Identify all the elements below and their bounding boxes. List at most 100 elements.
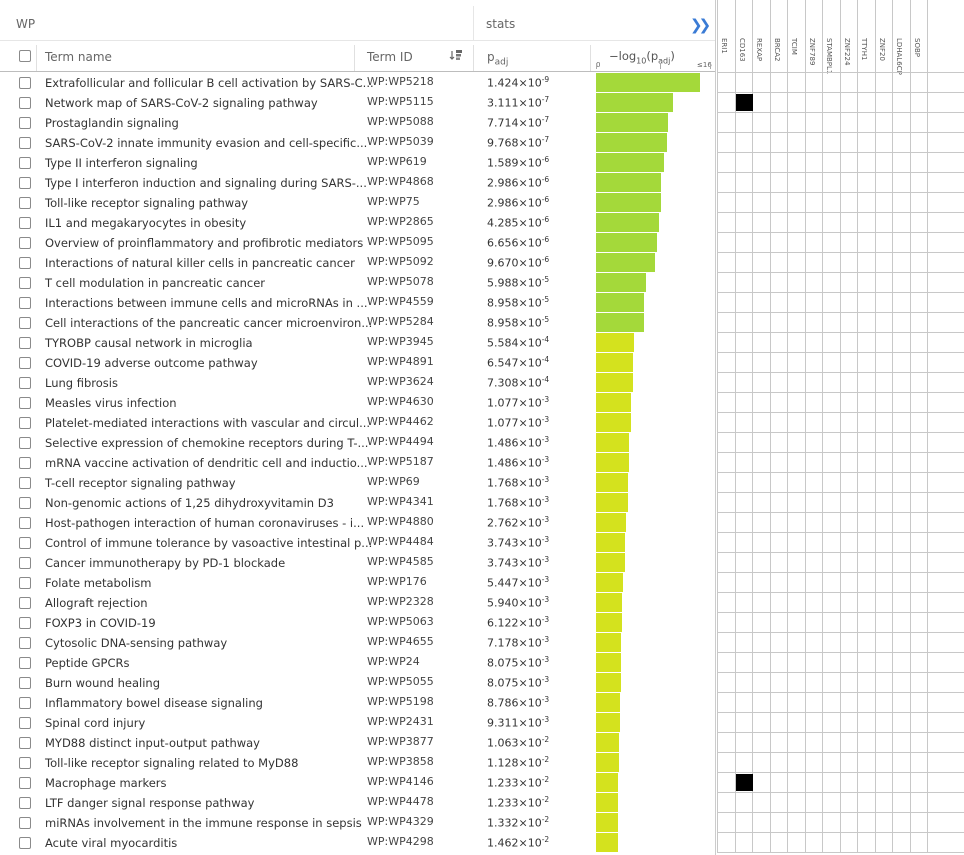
row-checkbox[interactable] [19,337,31,349]
table-row[interactable]: Extrafollicular and follicular B cell ac… [0,73,715,93]
neglog-padj-bar[interactable] [596,813,619,832]
term-name[interactable]: FOXP3 in COVID-19 [45,616,156,630]
term-id[interactable]: WP:WP75 [367,195,420,208]
row-checkbox[interactable] [19,597,31,609]
term-id[interactable]: WP:WP4868 [367,175,434,188]
row-checkbox[interactable] [19,437,31,449]
gene-column-header[interactable]: ERI1 [717,0,734,70]
term-id[interactable]: WP:WP5284 [367,315,434,328]
table-row[interactable]: Toll-like receptor signaling related to … [0,753,715,773]
gene-column-header[interactable]: STAMBPL1 [822,0,839,74]
term-name[interactable]: Cancer immunotherapy by PD-1 blockade [45,556,285,570]
table-row[interactable]: LTF danger signal response pathway WP:WP4… [0,793,715,813]
term-id[interactable]: WP:WP4655 [367,635,434,648]
term-name[interactable]: Control of immune tolerance by vasoactiv… [45,536,372,550]
term-id[interactable]: WP:WP5095 [367,235,434,248]
neglog-padj-bar[interactable] [596,253,655,272]
term-id[interactable]: WP:WP2865 [367,215,434,228]
term-name-header[interactable]: Term name [45,50,112,64]
term-name[interactable]: Measles virus infection [45,396,177,410]
row-checkbox[interactable] [19,97,31,109]
neglog-padj-bar[interactable] [596,593,623,612]
term-name[interactable]: T-cell receptor signaling pathway [45,476,236,490]
gene-column-header[interactable]: TCIM [787,0,804,70]
table-row[interactable]: Non-genomic actions of 1,25 dihydroxyvit… [0,493,715,513]
term-name[interactable]: Interactions between immune cells and mi… [45,296,368,310]
term-name[interactable]: LTF danger signal response pathway [45,796,254,810]
term-id[interactable]: WP:WP2431 [367,715,434,728]
neglog-padj-bar[interactable] [596,173,661,192]
row-checkbox[interactable] [19,157,31,169]
neglog-padj-bar[interactable] [596,393,631,412]
term-name[interactable]: Peptide GPCRs [45,656,130,670]
neglog-padj-bar[interactable] [596,213,660,232]
row-checkbox[interactable] [19,397,31,409]
neglog-padj-bar[interactable] [596,193,661,212]
table-row[interactable]: Type I interferon induction and signalin… [0,173,715,193]
row-checkbox[interactable] [19,517,31,529]
term-name[interactable]: Lung fibrosis [45,376,118,390]
neglog-padj-bar[interactable] [596,753,619,772]
table-row[interactable]: Platelet-mediated interactions with vasc… [0,413,715,433]
expand-columns-icon[interactable]: ❯❯ [690,16,711,34]
row-checkbox[interactable] [19,617,31,629]
table-row[interactable]: Cytosolic DNA-sensing pathway WP:WP4655 7.… [0,633,715,653]
row-checkbox[interactable] [19,817,31,829]
term-name[interactable]: Type I interferon induction and signalin… [45,176,367,190]
table-row[interactable]: Control of immune tolerance by vasoactiv… [0,533,715,553]
term-id[interactable]: WP:WP4585 [367,555,434,568]
table-row[interactable]: T cell modulation in pancreatic cancer WP… [0,273,715,293]
term-name[interactable]: Extrafollicular and follicular B cell ac… [45,76,374,90]
table-row[interactable]: MYD88 distinct input-output pathway WP:WP… [0,733,715,753]
table-row[interactable]: miRNAs involvement in the immune respons… [0,813,715,833]
term-id[interactable]: WP:WP4329 [367,815,434,828]
term-id[interactable]: WP:WP4341 [367,495,434,508]
table-row[interactable]: Burn wound healing WP:WP5055 8.075×10-3 [0,673,715,693]
row-checkbox[interactable] [19,177,31,189]
row-checkbox[interactable] [19,497,31,509]
gene-column-header[interactable]: ZNF224 [840,0,857,70]
row-checkbox[interactable] [19,637,31,649]
term-id[interactable]: WP:WP5055 [367,675,434,688]
row-checkbox[interactable] [19,577,31,589]
neglog-padj-bar[interactable] [596,293,644,312]
gene-column-header[interactable]: ZNF789 [805,0,822,70]
row-checkbox[interactable] [19,777,31,789]
term-id[interactable]: WP:WP69 [367,475,420,488]
term-id[interactable]: WP:WP5198 [367,695,434,708]
term-id[interactable]: WP:WP4478 [367,795,434,808]
term-id[interactable]: WP:WP24 [367,655,420,668]
table-row[interactable]: COVID-19 adverse outcome pathway WP:WP489… [0,353,715,373]
term-id[interactable]: WP:WP4146 [367,775,434,788]
table-row[interactable]: Network map of SARS-CoV-2 signaling path… [0,93,715,113]
row-checkbox[interactable] [19,137,31,149]
term-name[interactable]: Inflammatory bowel disease signaling [45,696,263,710]
table-row[interactable]: Toll-like receptor signaling pathway WP:W… [0,193,715,213]
select-all-checkbox[interactable] [19,50,31,62]
neglog-padj-bar[interactable] [596,333,635,352]
table-row[interactable]: Allograft rejection WP:WP2328 5.940×10-3 [0,593,715,613]
row-checkbox[interactable] [19,537,31,549]
gene-hit-cell[interactable] [735,774,753,791]
term-id[interactable]: WP:WP3624 [367,375,434,388]
neglog-padj-bar[interactable] [596,433,630,452]
term-name[interactable]: SARS-CoV-2 innate immunity evasion and c… [45,136,367,150]
neglog-padj-bar[interactable] [596,453,630,472]
neglog-padj-bar[interactable] [596,373,633,392]
term-name[interactable]: Platelet-mediated interactions with vasc… [45,416,370,430]
table-row[interactable]: Lung fibrosis WP:WP3624 7.308×10-4 [0,373,715,393]
table-row[interactable]: T-cell receptor signaling pathway WP:WP69… [0,473,715,493]
gene-column-header[interactable]: CD163 [735,0,752,70]
term-id[interactable]: WP:WP3945 [367,335,434,348]
term-name[interactable]: Allograft rejection [45,596,148,610]
row-checkbox[interactable] [19,417,31,429]
term-id[interactable]: WP:WP4484 [367,535,434,548]
neglog-padj-bar[interactable] [596,553,625,572]
term-id[interactable]: WP:WP5088 [367,115,434,128]
table-row[interactable]: Spinal cord injury WP:WP2431 9.311×10-3 [0,713,715,733]
row-checkbox[interactable] [19,197,31,209]
neglog-padj-bar[interactable] [596,793,619,812]
term-name[interactable]: Host-pathogen interaction of human coron… [45,516,364,530]
row-checkbox[interactable] [19,657,31,669]
gene-hit-cell[interactable] [735,94,753,111]
